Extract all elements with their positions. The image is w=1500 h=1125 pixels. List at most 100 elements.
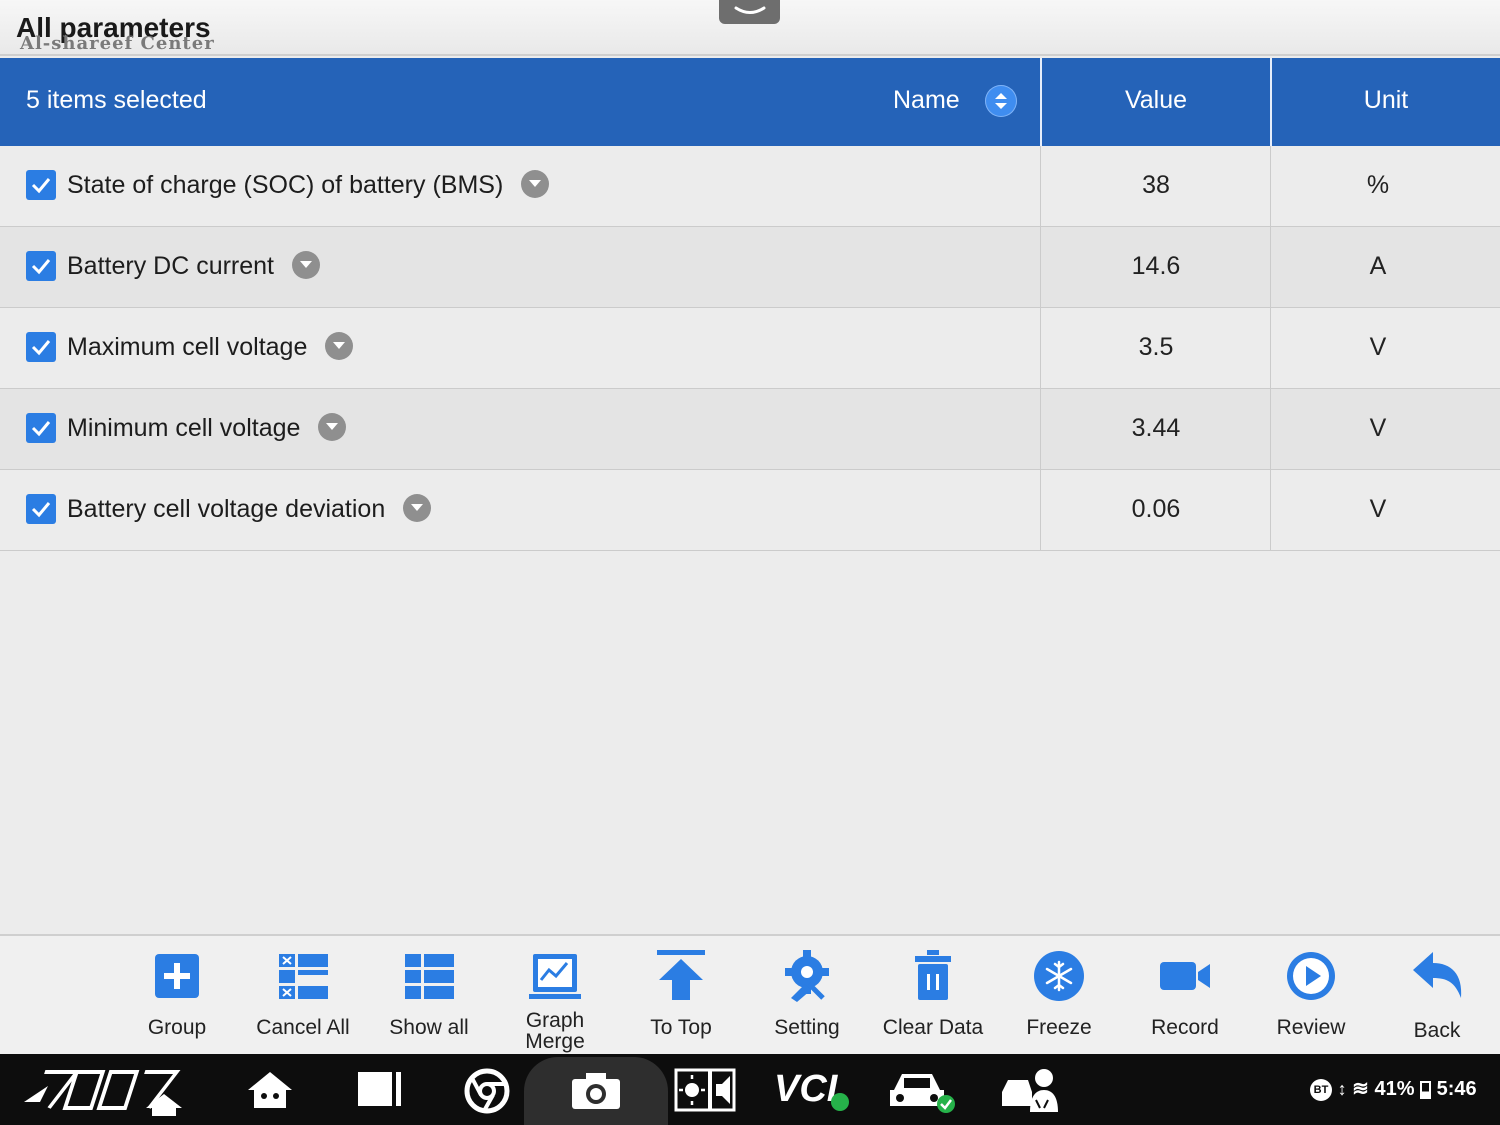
parameter-name: State of charge (SOC) of battery (BMS)	[67, 171, 504, 199]
battery-icon	[1420, 1080, 1432, 1099]
home-icon[interactable]	[246, 1070, 294, 1110]
parameter-unit: A	[1369, 252, 1387, 280]
signal-icon: ≋	[1352, 1078, 1369, 1100]
remote-expert-icon[interactable]	[1000, 1066, 1062, 1114]
clear-data-button[interactable]: Clear Data	[873, 944, 993, 1050]
check-icon	[31, 259, 51, 275]
graph-icon	[529, 954, 581, 999]
parameter-unit: V	[1369, 414, 1387, 442]
check-icon	[31, 502, 51, 518]
bottom-toolbar: Group Cancel All Show all Graph Merge To…	[0, 934, 1500, 1054]
trash-icon	[915, 950, 951, 1000]
check-icon	[31, 178, 51, 194]
parameter-name: Battery DC current	[67, 252, 275, 280]
expand-dropdown-icon[interactable]	[521, 170, 550, 199]
to-top-icon	[657, 950, 705, 1000]
autel-logo-icon[interactable]	[18, 1062, 190, 1118]
expand-dropdown-icon[interactable]	[292, 251, 321, 280]
chevron-down-icon	[734, 6, 766, 14]
freeze-button[interactable]: Freeze	[999, 944, 1119, 1050]
gear-icon	[785, 950, 829, 1002]
review-button[interactable]: Review	[1251, 944, 1371, 1050]
selected-count: 5 items selected	[26, 86, 207, 114]
row-checkbox[interactable]	[26, 251, 56, 281]
vehicle-icon[interactable]	[888, 1068, 958, 1114]
expand-dropdown-icon[interactable]	[318, 413, 347, 442]
parameter-value: 3.5	[1138, 333, 1174, 361]
clock: 5:46	[1436, 1078, 1477, 1100]
camera-icon	[572, 1073, 620, 1109]
status-area: BT ↕ ≋ 41% 5:46	[1310, 1076, 1477, 1101]
parameter-value: 38	[1142, 171, 1170, 199]
snowflake-icon	[1034, 951, 1084, 1001]
parameter-value: 0.06	[1131, 495, 1181, 523]
back-button[interactable]: Back	[1377, 944, 1497, 1050]
row-label: State of charge (SOC) of battery (BMS)	[67, 170, 550, 200]
table-row[interactable]: State of charge (SOC) of battery (BMS) 38…	[0, 146, 1500, 227]
play-icon	[1287, 952, 1335, 1000]
table-header: 5 items selected Name Value Unit	[0, 58, 1500, 146]
row-label: Maximum cell voltage	[67, 332, 354, 362]
brightness-volume-icon[interactable]	[674, 1068, 736, 1112]
record-button[interactable]: Record	[1125, 944, 1245, 1050]
column-divider	[1270, 227, 1271, 307]
recent-apps-icon[interactable]	[356, 1070, 404, 1108]
show-all-button[interactable]: Show all	[369, 944, 489, 1050]
pull-down-tab[interactable]	[719, 0, 780, 24]
row-checkbox[interactable]	[26, 332, 56, 362]
parameter-value: 3.44	[1131, 414, 1181, 442]
parameter-unit: V	[1369, 333, 1387, 361]
column-divider	[1040, 146, 1041, 226]
table-row[interactable]: Minimum cell voltage 3.44 V	[0, 389, 1500, 470]
row-checkbox[interactable]	[26, 494, 56, 524]
to-top-button[interactable]: To Top	[621, 944, 741, 1050]
parameter-value: 14.6	[1131, 252, 1181, 280]
bluetooth-badge: BT	[1310, 1078, 1332, 1101]
column-unit-header: Unit	[1363, 86, 1409, 114]
column-divider	[1040, 227, 1041, 307]
check-icon	[31, 421, 51, 437]
column-divider	[1270, 470, 1271, 550]
parameter-name: Maximum cell voltage	[67, 333, 308, 361]
video-camera-icon	[1160, 962, 1210, 990]
parameter-name: Battery cell voltage deviation	[67, 495, 386, 523]
list-icon	[405, 954, 454, 999]
browser-icon[interactable]	[464, 1068, 510, 1114]
table-row[interactable]: Maximum cell voltage 3.5 V	[0, 308, 1500, 389]
wifi-icon: ↕	[1337, 1079, 1347, 1099]
column-divider	[1270, 308, 1271, 388]
parameter-unit: %	[1366, 171, 1390, 199]
vci-status[interactable]: VCI	[774, 1068, 837, 1111]
battery-level: 41%	[1374, 1078, 1415, 1100]
screenshot-button[interactable]	[524, 1057, 668, 1125]
graph-merge-button[interactable]: Graph Merge	[495, 944, 615, 1052]
column-divider	[1040, 308, 1041, 388]
table-row[interactable]: Battery DC current 14.6 A	[0, 227, 1500, 308]
cancel-list-icon	[279, 954, 328, 999]
column-divider	[1040, 470, 1041, 550]
row-checkbox[interactable]	[26, 413, 56, 443]
row-label: Minimum cell voltage	[67, 413, 347, 443]
watermark: Al-shareef Center	[20, 33, 215, 54]
back-arrow-icon	[1413, 952, 1462, 998]
column-value-header: Value	[1124, 86, 1188, 114]
row-checkbox[interactable]	[26, 170, 56, 200]
row-label: Battery cell voltage deviation	[67, 494, 432, 524]
setting-button[interactable]: Setting	[747, 944, 867, 1050]
system-nav-bar: VCI BT ↕ ≋ 41% 5:46	[0, 1054, 1500, 1125]
column-divider	[1040, 389, 1041, 469]
vci-connected-icon	[831, 1093, 849, 1111]
group-button[interactable]: Group	[117, 944, 237, 1050]
column-divider	[1270, 389, 1271, 469]
sort-icon[interactable]	[985, 85, 1017, 117]
row-label: Battery DC current	[67, 251, 321, 281]
expand-dropdown-icon[interactable]	[325, 332, 354, 361]
column-name-header[interactable]: Name	[893, 86, 960, 115]
add-icon	[155, 954, 199, 998]
cancel-all-button[interactable]: Cancel All	[243, 944, 363, 1050]
title-bar: All parameters Al-shareef Center	[0, 0, 1500, 56]
parameter-unit: V	[1369, 495, 1387, 523]
parameter-name: Minimum cell voltage	[67, 414, 301, 442]
expand-dropdown-icon[interactable]	[403, 494, 432, 523]
table-row[interactable]: Battery cell voltage deviation 0.06 V	[0, 470, 1500, 551]
